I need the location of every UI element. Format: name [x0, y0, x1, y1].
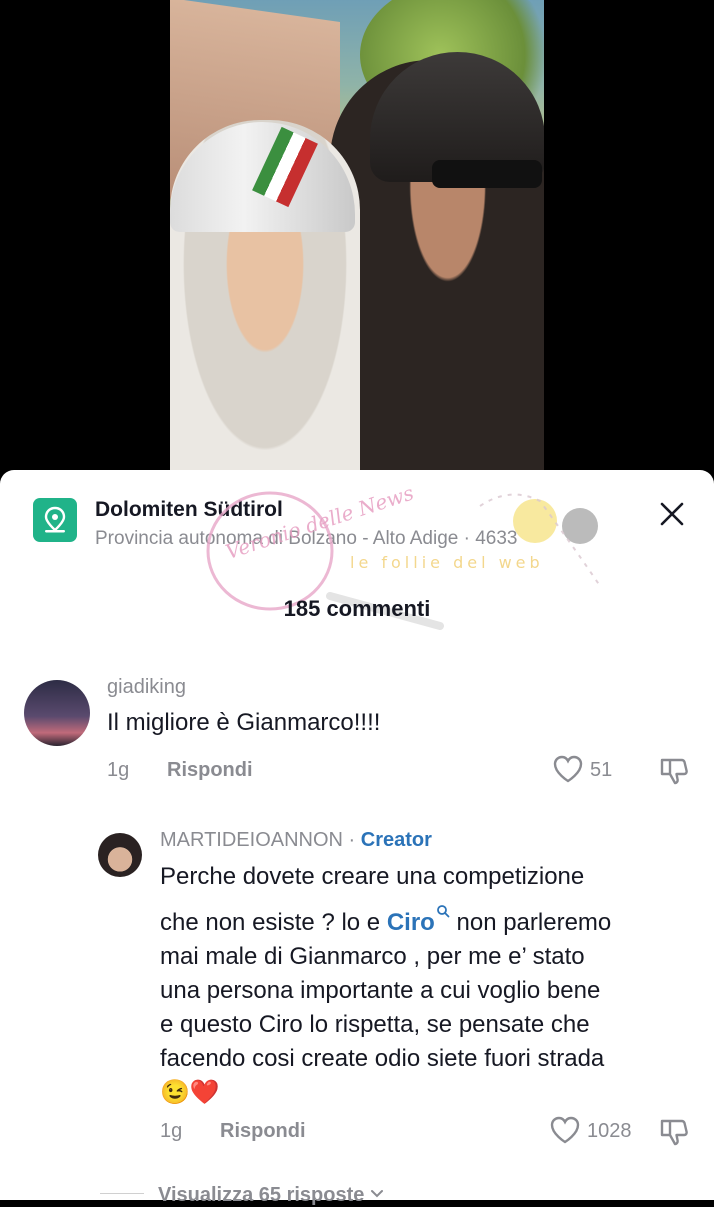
dislike-icon[interactable]: [658, 1115, 690, 1147]
video-player[interactable]: [0, 0, 714, 500]
location-title: Dolomiten Südtirol: [95, 498, 283, 521]
emoji: 😉❤️: [160, 1079, 220, 1106]
search-icon[interactable]: [436, 894, 450, 918]
location-pin-icon: [33, 498, 77, 542]
location-subtitle: Provincia autonoma di Bolzano - Alto Adi…: [95, 528, 518, 549]
location-banner[interactable]: Dolomiten Südtirol Provincia autonoma di…: [33, 498, 613, 558]
divider: [100, 1193, 144, 1194]
comment-time: 1g: [160, 1120, 183, 1142]
comments-count: 185 commenti: [283, 596, 431, 621]
comment-text: Perche dovete creare una competizione ch…: [160, 860, 700, 1110]
avatar[interactable]: [24, 680, 90, 746]
comment-username[interactable]: MARTIDEIOANNON · Creator: [160, 829, 432, 852]
comment-text: Il migliore è Gianmarco!!!!: [107, 709, 381, 736]
chevron-down-icon: [370, 1182, 384, 1205]
close-icon[interactable]: [658, 500, 686, 528]
comments-sheet: Dolomiten Südtirol Provincia autonoma di…: [0, 470, 714, 1206]
view-replies-button[interactable]: Visualizza 65 risposte: [158, 1182, 384, 1207]
avatar[interactable]: [98, 833, 142, 877]
comment-time: 1g: [107, 759, 130, 781]
mention-link[interactable]: Ciro: [387, 909, 435, 936]
reply-button[interactable]: Rispondi: [167, 759, 253, 782]
like-count: 51: [590, 759, 613, 781]
like-count: 1028: [587, 1120, 632, 1142]
comment-username[interactable]: giadiking: [107, 676, 186, 699]
dislike-icon[interactable]: [658, 754, 690, 786]
creator-badge: Creator: [360, 829, 432, 851]
video-frame: [170, 0, 544, 470]
heart-icon[interactable]: [552, 754, 584, 784]
reply-button[interactable]: Rispondi: [220, 1120, 306, 1143]
heart-icon[interactable]: [549, 1115, 581, 1145]
